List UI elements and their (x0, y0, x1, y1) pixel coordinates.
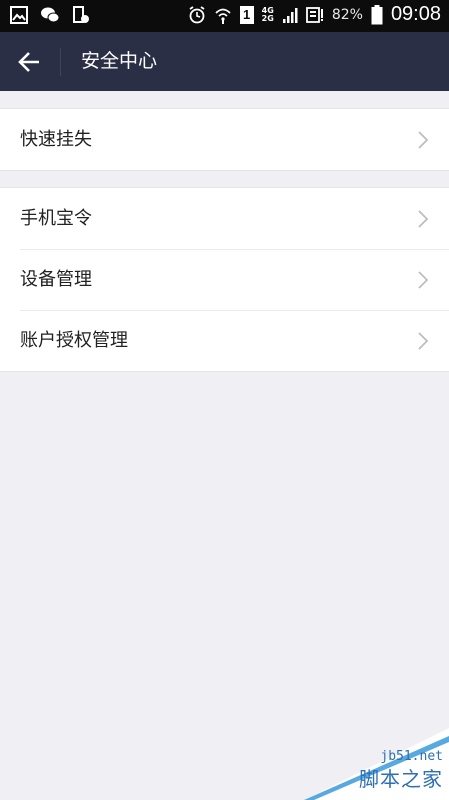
network-type: 4G 2G (261, 6, 274, 23)
alarm-icon (189, 5, 205, 23)
watermark-domain: jb51.net (380, 749, 443, 764)
battery-percent: 82% (331, 6, 363, 23)
watermark: jb51.net 脚本之家 (304, 728, 449, 800)
status-bar: 1 4G 2G 82% 09:08 (0, 0, 449, 32)
chevron-right-icon (418, 332, 429, 350)
header: 安全中心 (0, 32, 449, 91)
wechat-icon (41, 7, 60, 23)
gallery-icon (10, 6, 28, 24)
settings-group-1: 快速挂失 (0, 108, 449, 171)
wifi-icon (215, 8, 231, 24)
menu-item-label: 快速挂失 (20, 129, 92, 150)
signal-icon (282, 7, 298, 23)
settings-group-2: 手机宝令 设备管理 账户授权管理 (0, 187, 449, 372)
page-title: 安全中心 (81, 50, 158, 72)
chevron-right-icon (418, 210, 429, 228)
watermark-name: 脚本之家 (359, 767, 443, 791)
chevron-right-icon (418, 131, 429, 149)
header-divider (60, 48, 61, 76)
menu-item-account-authorization[interactable]: 账户授权管理 (0, 310, 449, 371)
menu-item-quick-report-loss[interactable]: 快速挂失 (0, 109, 449, 170)
battery-icon (371, 4, 383, 24)
notification-icon (305, 6, 323, 23)
phone-sync-icon (73, 6, 89, 23)
clock: 09:08 (390, 3, 441, 25)
arrow-left-icon (18, 52, 39, 72)
menu-item-label: 设备管理 (20, 269, 92, 290)
sim-indicator: 1 (239, 5, 254, 24)
chevron-right-icon (418, 271, 429, 289)
back-button[interactable] (12, 46, 46, 78)
network-bottom-label: 2G (261, 13, 274, 23)
menu-item-device-management[interactable]: 设备管理 (0, 249, 449, 310)
menu-item-label: 账户授权管理 (20, 330, 128, 351)
menu-item-label: 手机宝令 (20, 208, 92, 229)
menu-item-mobile-token[interactable]: 手机宝令 (0, 188, 449, 249)
